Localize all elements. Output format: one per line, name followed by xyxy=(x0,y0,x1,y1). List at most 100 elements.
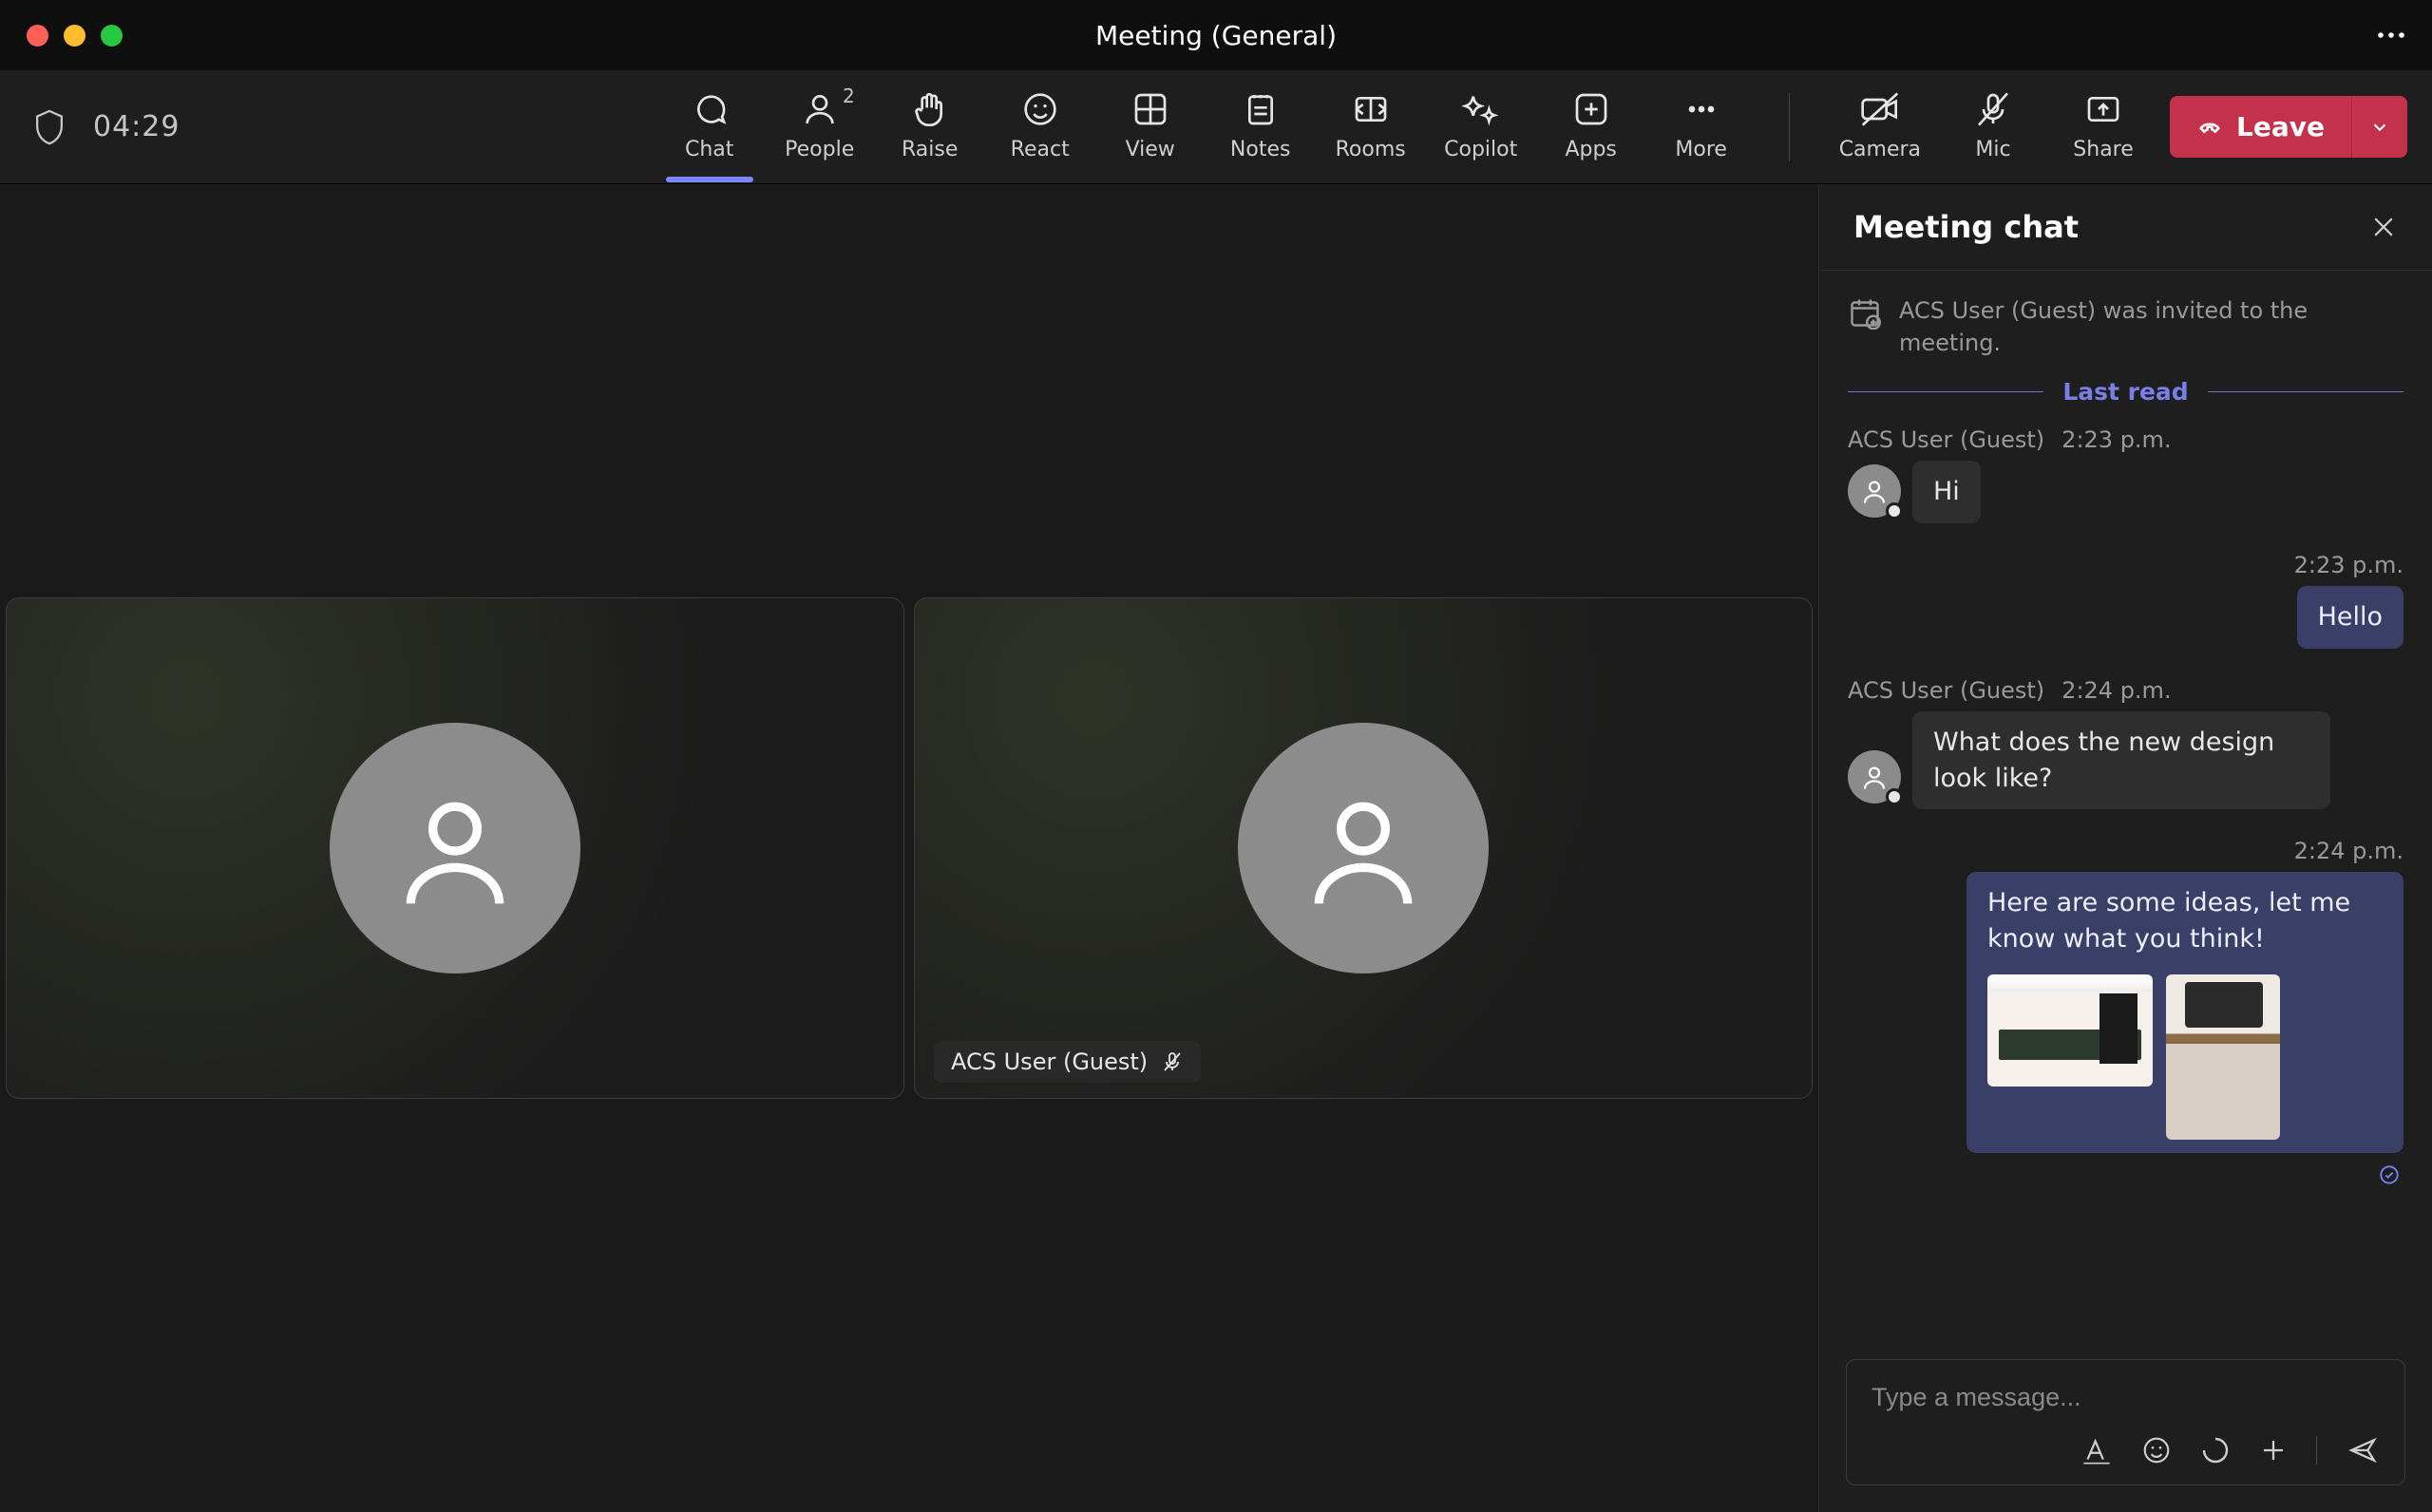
last-read-label: Last read xyxy=(2062,378,2188,406)
leave-button[interactable]: Leave xyxy=(2170,96,2351,158)
emoji-icon[interactable] xyxy=(2141,1435,2172,1465)
presence-dot xyxy=(1886,788,1903,805)
window-controls xyxy=(27,25,123,47)
apps-label: Apps xyxy=(1565,138,1616,161)
camera-label: Camera xyxy=(1839,138,1921,161)
message-row: Hello xyxy=(1848,586,2404,649)
leave-caret-button[interactable] xyxy=(2351,96,2407,158)
compose-toolbar xyxy=(1847,1431,2404,1484)
message-row: What does the new design look like? xyxy=(1848,711,2404,810)
system-message: ACS User (Guest) was invited to the meet… xyxy=(1848,295,2404,359)
people-button[interactable]: 2 People xyxy=(776,85,864,169)
raise-hand-button[interactable]: Raise xyxy=(886,85,974,169)
compose-box xyxy=(1846,1359,2405,1485)
read-receipt xyxy=(1848,1164,2404,1185)
more-button[interactable]: More xyxy=(1658,85,1745,169)
chat-body: ACS User (Guest) was invited to the meet… xyxy=(1819,271,2432,1340)
more-label: More xyxy=(1675,138,1727,161)
raise-label: Raise xyxy=(902,138,958,161)
people-label: People xyxy=(785,138,854,161)
message-time: 2:23 p.m. xyxy=(2062,426,2171,453)
message-bubble-incoming[interactable]: Hi xyxy=(1912,461,1981,523)
message-bubble-outgoing[interactable]: Hello xyxy=(2297,586,2404,649)
chat-button[interactable]: Chat xyxy=(666,85,753,169)
last-read-divider: Last read xyxy=(1848,378,2404,406)
system-text: ACS User (Guest) was invited to the meet… xyxy=(1899,295,2404,359)
loop-icon[interactable] xyxy=(2200,1435,2231,1465)
window-more-icon[interactable] xyxy=(2377,30,2405,40)
message-row: Here are some ideas, let me know what yo… xyxy=(1848,872,2404,1153)
calendar-add-icon xyxy=(1848,295,1882,330)
share-button[interactable]: Share xyxy=(2060,85,2147,169)
leave-button-group: Leave xyxy=(2170,96,2407,158)
message-time: 2:23 p.m. xyxy=(2294,552,2404,578)
avatar-icon xyxy=(1848,750,1901,803)
message-sender: ACS User (Guest) xyxy=(1848,426,2044,453)
message-meta: 2:23 p.m. xyxy=(1848,552,2404,578)
react-label: React xyxy=(1011,138,1070,161)
close-icon[interactable] xyxy=(2369,213,2398,241)
share-label: Share xyxy=(2073,138,2134,161)
notes-button[interactable]: Notes xyxy=(1217,85,1304,169)
participant-name: ACS User (Guest) xyxy=(951,1049,1148,1075)
leave-label: Leave xyxy=(2236,111,2325,142)
chat-title: Meeting chat xyxy=(1853,209,2079,245)
image-attachment[interactable] xyxy=(1987,974,2153,1087)
view-label: View xyxy=(1126,138,1175,161)
mic-muted-icon xyxy=(1161,1050,1184,1073)
mic-button[interactable]: Mic xyxy=(1949,85,2037,169)
compose-area xyxy=(1819,1340,2432,1512)
shield-icon[interactable] xyxy=(32,108,66,146)
window-close-icon[interactable] xyxy=(27,25,48,47)
apps-button[interactable]: Apps xyxy=(1548,85,1635,169)
message-time: 2:24 p.m. xyxy=(2294,838,2404,864)
message-meta: ACS User (Guest) 2:24 p.m. xyxy=(1848,677,2404,704)
title-bar: Meeting (General) xyxy=(0,0,2432,70)
chat-header: Meeting chat xyxy=(1819,184,2432,271)
view-button[interactable]: View xyxy=(1107,85,1194,169)
compose-input[interactable] xyxy=(1847,1360,2404,1431)
main-row: ACS User (Guest) Meeting chat ACS User (… xyxy=(0,184,2432,1512)
participant-tile[interactable] xyxy=(6,597,904,1099)
toolbar-divider xyxy=(1789,93,1790,161)
meeting-timer: 04:29 xyxy=(93,110,180,143)
avatar-icon xyxy=(330,723,580,973)
meeting-toolbar: 04:29 Chat 2 People Raise React View xyxy=(0,70,2432,184)
react-button[interactable]: React xyxy=(997,85,1084,169)
message-time: 2:24 p.m. xyxy=(2062,677,2171,704)
message-meta: 2:24 p.m. xyxy=(1848,838,2404,864)
people-count: 2 xyxy=(843,85,855,107)
compose-divider xyxy=(2316,1436,2317,1465)
avatar-icon xyxy=(1848,464,1901,518)
message-bubble-incoming[interactable]: What does the new design look like? xyxy=(1912,711,2330,810)
message-text: Here are some ideas, let me know what yo… xyxy=(1987,885,2383,957)
copilot-label: Copilot xyxy=(1444,138,1517,161)
window-zoom-icon[interactable] xyxy=(101,25,123,47)
image-attachment[interactable] xyxy=(2166,974,2280,1140)
format-icon[interactable] xyxy=(2080,1436,2113,1465)
copilot-button[interactable]: Copilot xyxy=(1437,85,1525,169)
chat-panel: Meeting chat ACS User (Guest) was invite… xyxy=(1818,184,2432,1512)
plus-icon[interactable] xyxy=(2259,1436,2288,1465)
message-row: Hi xyxy=(1848,461,2404,523)
active-tab-underline xyxy=(666,177,753,182)
window-minimize-icon[interactable] xyxy=(64,25,86,47)
participant-tile[interactable]: ACS User (Guest) xyxy=(914,597,1813,1099)
rooms-button[interactable]: Rooms xyxy=(1327,85,1415,169)
toolbar-main-group: Chat 2 People Raise React View Notes xyxy=(666,85,2147,169)
camera-button[interactable]: Camera xyxy=(1834,85,1927,169)
image-attachments xyxy=(1987,974,2383,1140)
participant-name-pill: ACS User (Guest) xyxy=(934,1041,1201,1083)
message-meta: ACS User (Guest) 2:23 p.m. xyxy=(1848,426,2404,453)
message-bubble-outgoing[interactable]: Here are some ideas, let me know what yo… xyxy=(1966,872,2404,1153)
mic-label: Mic xyxy=(1975,138,2010,161)
send-icon[interactable] xyxy=(2346,1435,2380,1465)
avatar-icon xyxy=(1238,723,1489,973)
rooms-label: Rooms xyxy=(1336,138,1406,161)
presence-dot xyxy=(1886,502,1903,520)
notes-label: Notes xyxy=(1230,138,1291,161)
video-stage: ACS User (Guest) xyxy=(0,184,1818,1512)
chat-label: Chat xyxy=(685,138,733,161)
message-sender: ACS User (Guest) xyxy=(1848,677,2044,704)
window-title: Meeting (General) xyxy=(1095,20,1337,51)
